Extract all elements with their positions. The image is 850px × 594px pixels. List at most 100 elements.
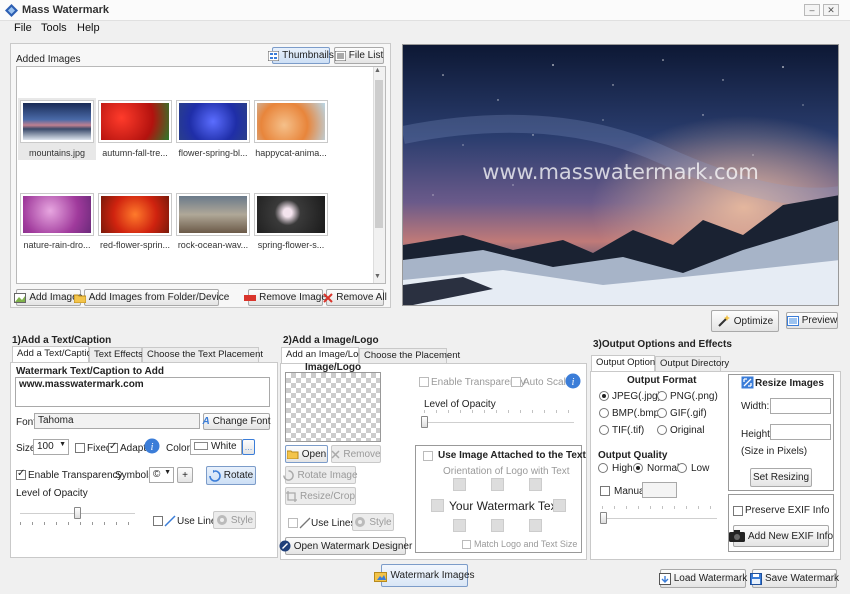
height-input[interactable] bbox=[770, 424, 831, 440]
format-original-label: Original bbox=[670, 425, 705, 436]
info-icon[interactable]: i bbox=[565, 373, 581, 389]
thumbnails-view-button[interactable]: Thumbnails bbox=[268, 47, 334, 64]
thumbnail-flower-spring[interactable] bbox=[176, 100, 250, 143]
thumbnail-nature-rain[interactable] bbox=[20, 193, 94, 236]
your-watermark-text: Your Watermark Text bbox=[449, 499, 560, 513]
logo-opacity-slider[interactable] bbox=[424, 422, 574, 424]
format-gif-radio[interactable] bbox=[657, 408, 667, 418]
load-watermark-button[interactable]: Load Watermark bbox=[658, 569, 747, 588]
orient-bottom[interactable] bbox=[491, 519, 504, 532]
text-style-button[interactable]: Style bbox=[213, 511, 256, 529]
orient-bottom-right[interactable] bbox=[529, 519, 542, 532]
add-symbol-button[interactable]: + bbox=[177, 467, 193, 483]
scrollbar-thumb[interactable] bbox=[375, 80, 383, 228]
remove-image-button[interactable]: Remove Image bbox=[244, 289, 327, 306]
add-images-button[interactable]: Add Images bbox=[14, 289, 83, 306]
info-icon[interactable]: i bbox=[144, 438, 160, 454]
manual-quality-checkbox[interactable] bbox=[600, 486, 610, 496]
orient-left[interactable] bbox=[431, 499, 444, 512]
rotate-image-button[interactable]: Rotate Image bbox=[283, 466, 358, 484]
quality-slider[interactable] bbox=[602, 518, 717, 520]
scroll-up-icon[interactable]: ▲ bbox=[374, 67, 381, 74]
color-picker-button[interactable]: … bbox=[242, 439, 255, 455]
tab-logo-placement[interactable]: Choose the Placement bbox=[359, 348, 460, 363]
logo-style-button[interactable]: Style bbox=[352, 513, 394, 531]
color-field[interactable]: White bbox=[190, 439, 242, 455]
symbols-select[interactable]: © ▼ bbox=[149, 467, 174, 483]
size-value: 100 bbox=[37, 441, 54, 452]
use-attached-image-checkbox[interactable] bbox=[423, 451, 433, 461]
quality-knob[interactable] bbox=[600, 512, 607, 524]
close-button[interactable]: ✕ bbox=[823, 4, 839, 16]
format-png-radio[interactable] bbox=[657, 391, 667, 401]
watermark-text-input[interactable]: www.masswatermark.com bbox=[15, 377, 270, 407]
width-input[interactable] bbox=[770, 398, 831, 414]
tab-add-logo[interactable]: Add an Image/Logo bbox=[281, 347, 369, 363]
save-watermark-button[interactable]: Save Watermark bbox=[749, 569, 839, 588]
match-size-checkbox[interactable] bbox=[462, 540, 471, 549]
fixed-checkbox[interactable] bbox=[75, 443, 85, 453]
size-select[interactable]: 100 ▼ bbox=[33, 439, 69, 455]
line-icon bbox=[299, 517, 311, 529]
auto-scale-checkbox[interactable] bbox=[511, 377, 521, 387]
menu-help[interactable]: Help bbox=[77, 22, 100, 34]
adapt-checkbox[interactable] bbox=[108, 441, 118, 453]
rotate-label: Rotate bbox=[223, 470, 254, 481]
thumbnail-rock-ocean[interactable] bbox=[176, 193, 250, 236]
add-exif-button[interactable]: Add New EXIF Info bbox=[728, 525, 833, 547]
tab-text-effects[interactable]: Text Effects bbox=[89, 347, 143, 362]
tab-add-text[interactable]: Add a Text/Caption bbox=[12, 346, 97, 362]
open-watermark-designer-button[interactable]: Open Watermark Designer bbox=[279, 537, 412, 555]
quality-low-radio[interactable] bbox=[677, 463, 687, 473]
watermark-images-button[interactable]: Watermark Images bbox=[374, 564, 475, 587]
resize-crop-button[interactable]: Resize/Crop bbox=[285, 487, 356, 505]
quality-high-radio[interactable] bbox=[598, 463, 608, 473]
change-font-label: Change Font bbox=[212, 416, 271, 427]
font-field[interactable]: Tahoma bbox=[34, 413, 200, 429]
orient-top-left[interactable] bbox=[453, 478, 466, 491]
thumbnail-happycat[interactable] bbox=[254, 100, 328, 143]
crop-icon bbox=[285, 490, 297, 502]
orient-bottom-left[interactable] bbox=[453, 519, 466, 532]
minimize-button[interactable]: – bbox=[804, 4, 820, 16]
menu-tools[interactable]: Tools bbox=[41, 22, 67, 34]
thumbnail-autumn[interactable] bbox=[98, 100, 172, 143]
scroll-down-icon[interactable]: ▼ bbox=[374, 273, 381, 280]
rotate-button[interactable]: Rotate bbox=[206, 466, 256, 485]
thumbnail-spring-flower[interactable] bbox=[254, 193, 328, 236]
open-logo-button[interactable]: Open bbox=[285, 445, 328, 463]
menu-file[interactable]: File bbox=[14, 22, 32, 34]
preserve-exif-checkbox[interactable] bbox=[733, 506, 743, 516]
logo-use-lines-checkbox[interactable] bbox=[288, 518, 298, 528]
add-folder-button[interactable]: Add Images from Folder/Device bbox=[73, 289, 229, 306]
format-bmp-radio[interactable] bbox=[599, 408, 609, 418]
remove-logo-button[interactable]: Remove bbox=[331, 445, 381, 463]
orient-top[interactable] bbox=[491, 478, 504, 491]
preview-button[interactable]: Preview bbox=[786, 312, 838, 329]
logo-enable-transparency-checkbox[interactable] bbox=[419, 377, 429, 387]
orient-top-right[interactable] bbox=[529, 478, 542, 491]
file-list-view-button[interactable]: File List bbox=[334, 47, 384, 64]
tab-output-directory[interactable]: Output Directory bbox=[655, 356, 729, 371]
orient-right[interactable] bbox=[553, 499, 566, 512]
logo-opacity-knob[interactable] bbox=[421, 416, 428, 428]
tab-output-options[interactable]: Output Options bbox=[591, 355, 660, 371]
color-swatch bbox=[194, 442, 208, 451]
set-resizing-button[interactable]: Set Resizing bbox=[750, 468, 812, 487]
quality-normal-radio[interactable] bbox=[633, 463, 643, 473]
tab-text-placement[interactable]: Choose the Text Placement bbox=[142, 347, 263, 362]
thumbnail-mountains[interactable] bbox=[20, 100, 94, 143]
format-tif-radio[interactable] bbox=[599, 425, 609, 435]
manual-quality-input[interactable] bbox=[642, 482, 677, 498]
optimize-button[interactable]: Optimize bbox=[711, 310, 779, 332]
format-original-radio[interactable] bbox=[657, 425, 667, 435]
remove-all-button[interactable]: Remove All bbox=[323, 289, 387, 306]
thumbnail-red-flower[interactable] bbox=[98, 193, 172, 236]
change-font-button[interactable]: A Change Font bbox=[202, 413, 271, 430]
format-jpeg-radio[interactable] bbox=[599, 391, 609, 401]
use-lines-checkbox[interactable] bbox=[153, 516, 163, 526]
remove-icon bbox=[244, 294, 257, 301]
enable-transparency-checkbox[interactable] bbox=[16, 468, 26, 480]
text-opacity-knob[interactable] bbox=[73, 507, 81, 519]
logo-image-preview[interactable] bbox=[285, 372, 381, 442]
